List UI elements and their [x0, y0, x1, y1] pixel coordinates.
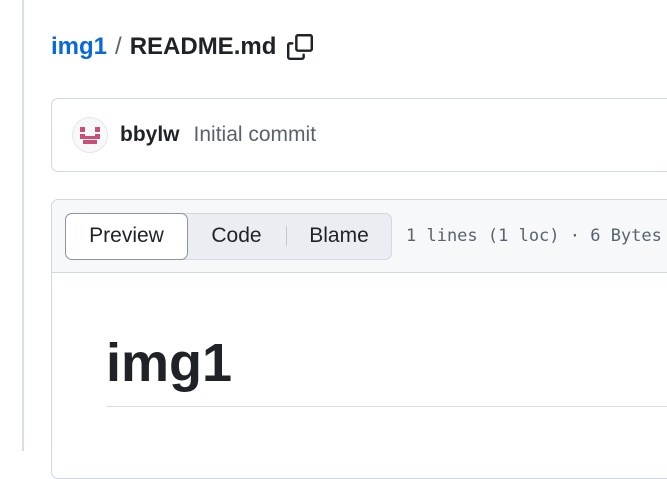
- author-avatar[interactable]: [72, 117, 108, 153]
- copy-path-button[interactable]: [286, 33, 314, 61]
- commit-message[interactable]: Initial commit: [194, 123, 317, 147]
- file-viewer: Preview Code Blame 1 lines (1 loc) · 6 B…: [51, 199, 667, 479]
- file-meta: 1 lines (1 loc) · 6 Bytes: [406, 226, 662, 246]
- identicon-avatar-icon: [80, 127, 100, 144]
- breadcrumb-separator: /: [115, 33, 122, 60]
- commit-author[interactable]: bbylw: [120, 123, 180, 147]
- file-header: Preview Code Blame 1 lines (1 loc) · 6 B…: [52, 200, 667, 273]
- view-mode-switcher: Preview Code Blame: [65, 212, 392, 260]
- copy-icon: [287, 34, 314, 60]
- sidebar-divider: [22, 0, 24, 451]
- breadcrumb-file-name: README.md: [129, 33, 277, 60]
- readme-body: img1: [106, 272, 667, 407]
- breadcrumb: img1 / README.md: [51, 30, 314, 64]
- latest-commit-box: bbylw Initial commit: [51, 98, 667, 172]
- tab-preview[interactable]: Preview: [65, 212, 188, 260]
- breadcrumb-repo-link[interactable]: img1: [51, 33, 107, 61]
- tab-code[interactable]: Code: [187, 214, 286, 259]
- tab-blame[interactable]: Blame: [287, 214, 391, 259]
- readme-heading: img1: [106, 272, 667, 407]
